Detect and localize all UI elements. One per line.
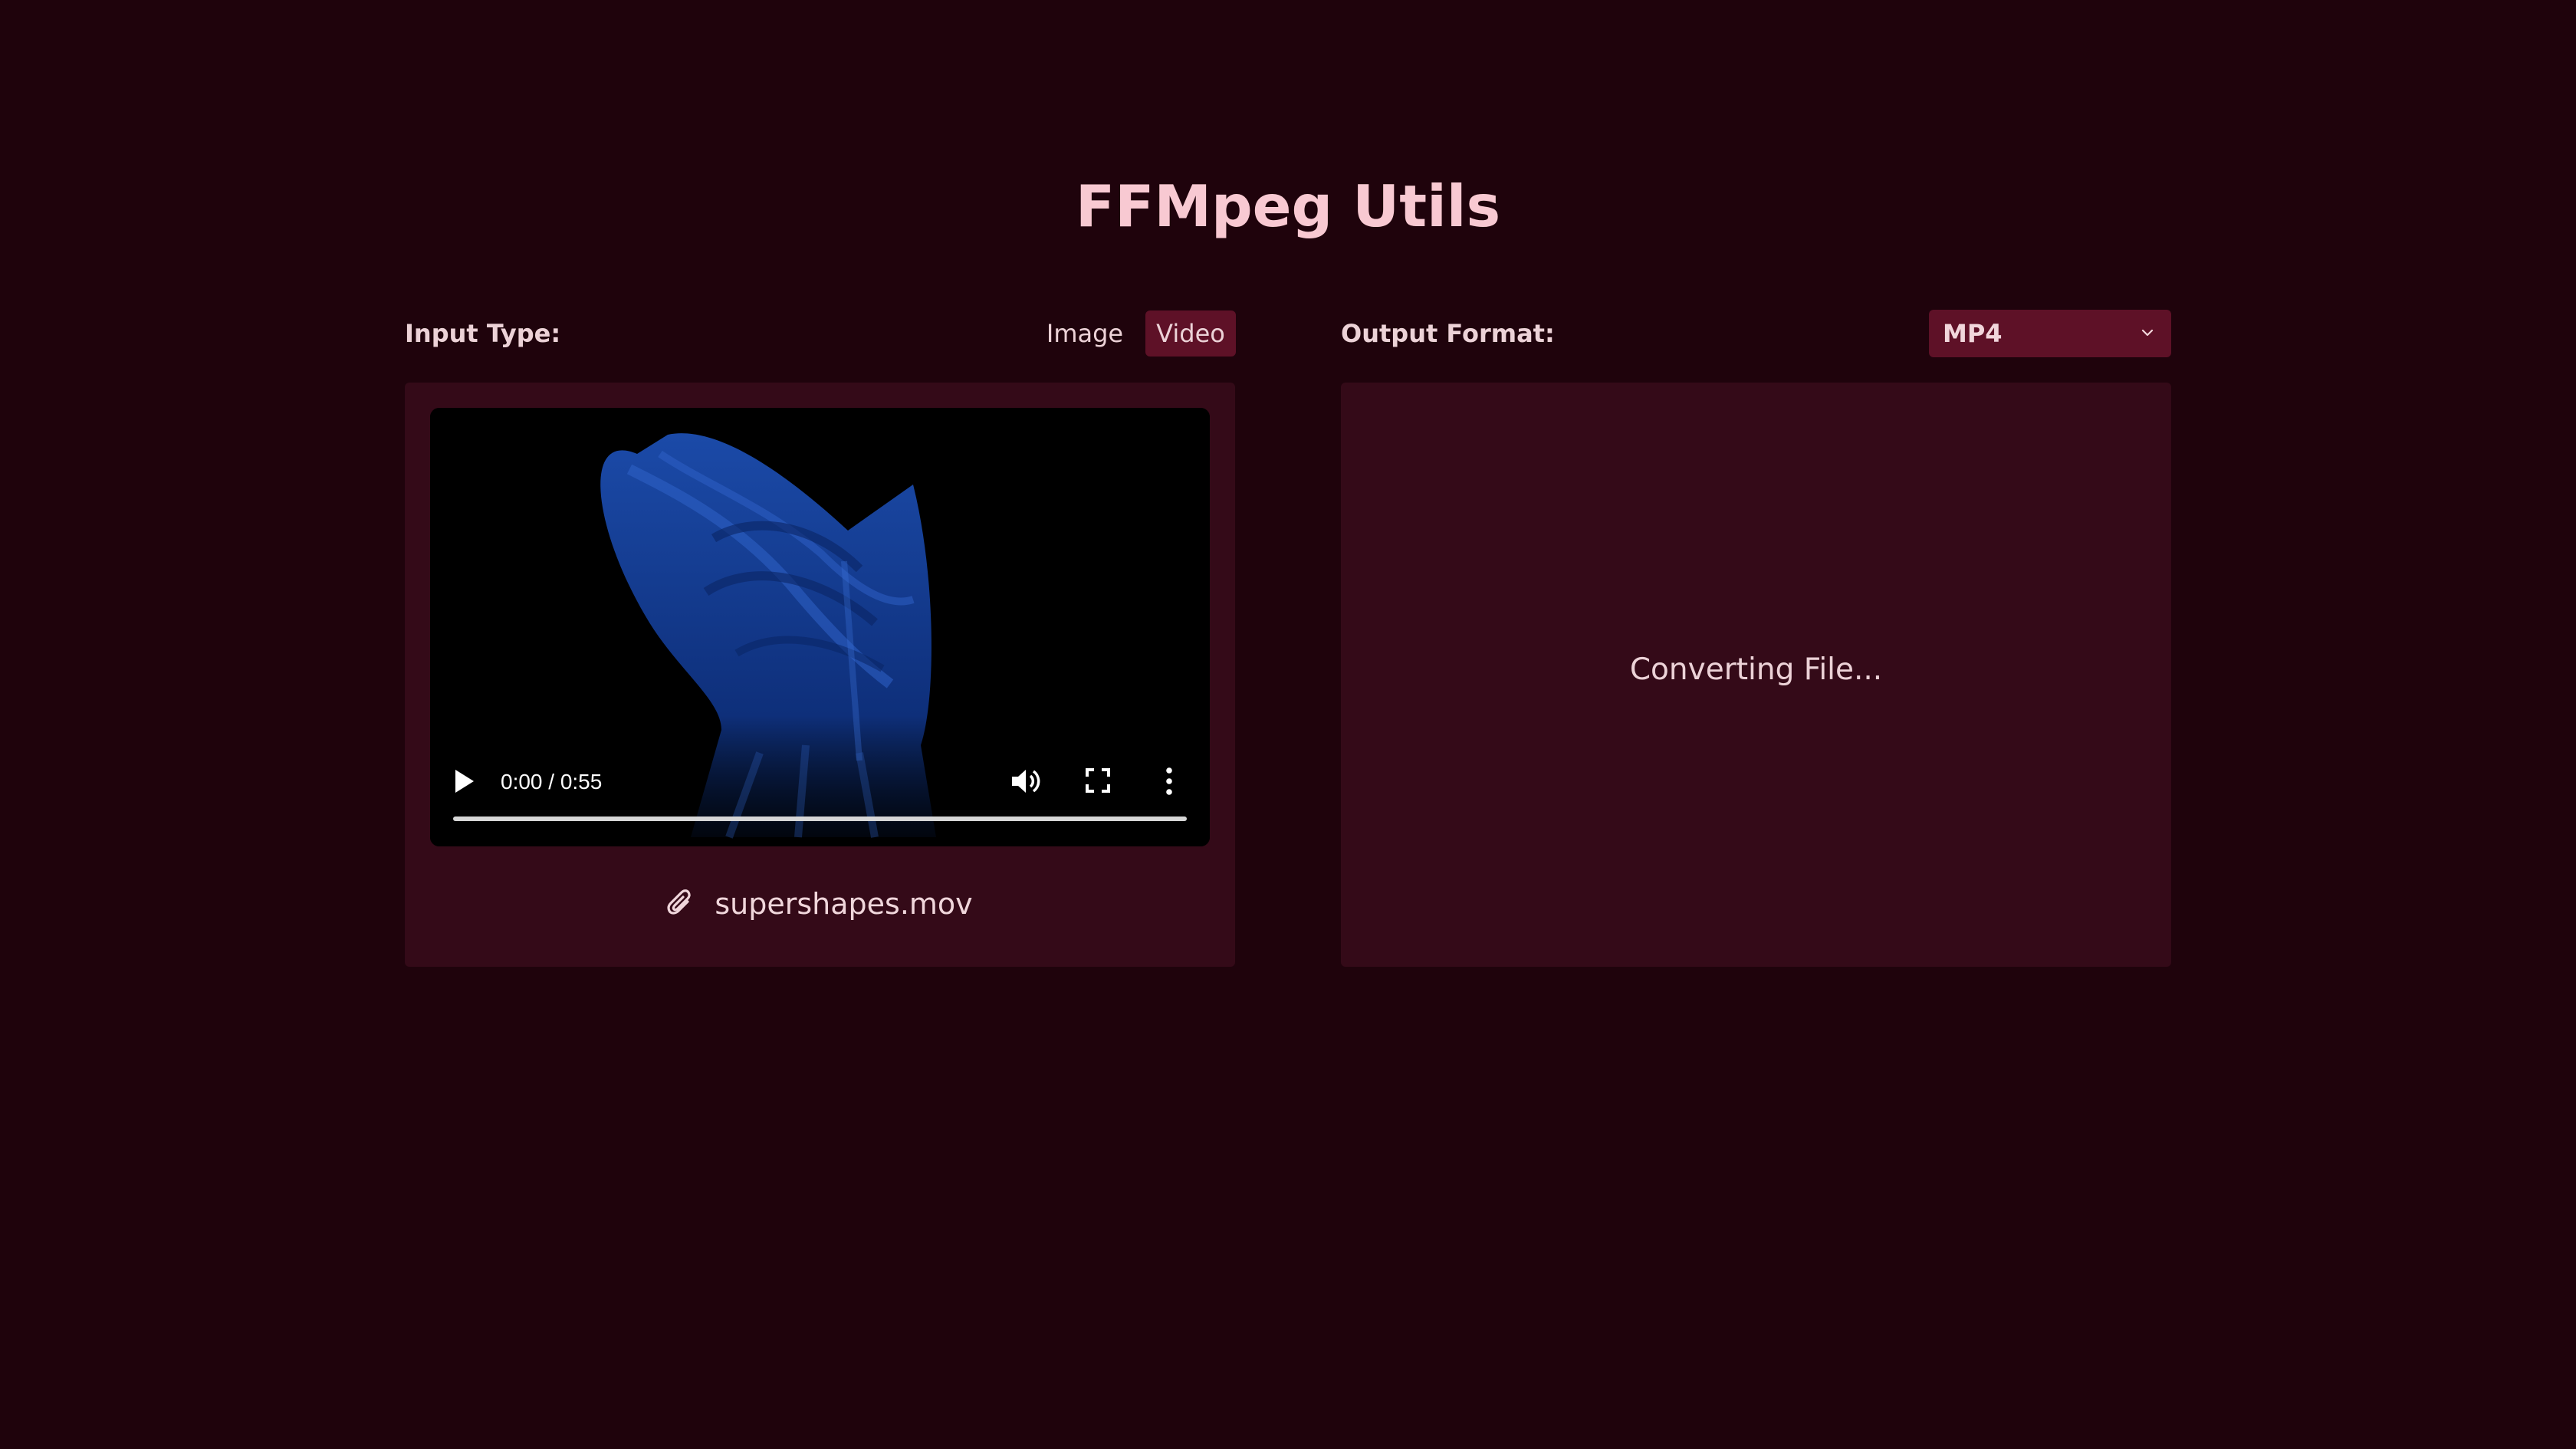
output-panel: Converting File... xyxy=(1341,383,2171,967)
video-progress-bar[interactable] xyxy=(453,816,1187,821)
play-icon[interactable] xyxy=(453,768,476,794)
chevron-down-icon xyxy=(2141,329,2154,337)
video-player[interactable]: 0:00 / 0:55 xyxy=(430,408,1210,846)
volume-icon[interactable] xyxy=(1010,767,1041,796)
input-file-name: supershapes.mov xyxy=(715,887,973,921)
more-options-icon[interactable] xyxy=(1165,767,1174,796)
input-file-info: supershapes.mov xyxy=(405,881,1235,927)
page-title: FFMpeg Utils xyxy=(1075,172,1501,240)
fullscreen-icon[interactable] xyxy=(1086,768,1110,793)
conversion-status: Converting File... xyxy=(1629,652,1883,687)
input-type-image-button[interactable]: Image xyxy=(1039,310,1131,356)
input-panel: 0:00 / 0:55 supershapes.mov xyxy=(405,383,1235,967)
output-format-label: Output Format: xyxy=(1341,319,1555,348)
output-format-select[interactable]: MP4 xyxy=(1929,310,2171,357)
video-controls: 0:00 / 0:55 xyxy=(430,739,1210,846)
input-type-label: Input Type: xyxy=(405,319,561,348)
video-time-display: 0:00 / 0:55 xyxy=(501,770,603,794)
output-format-value: MP4 xyxy=(1943,319,2003,348)
paperclip-icon xyxy=(667,889,692,915)
input-type-video-button[interactable]: Video xyxy=(1145,310,1236,356)
